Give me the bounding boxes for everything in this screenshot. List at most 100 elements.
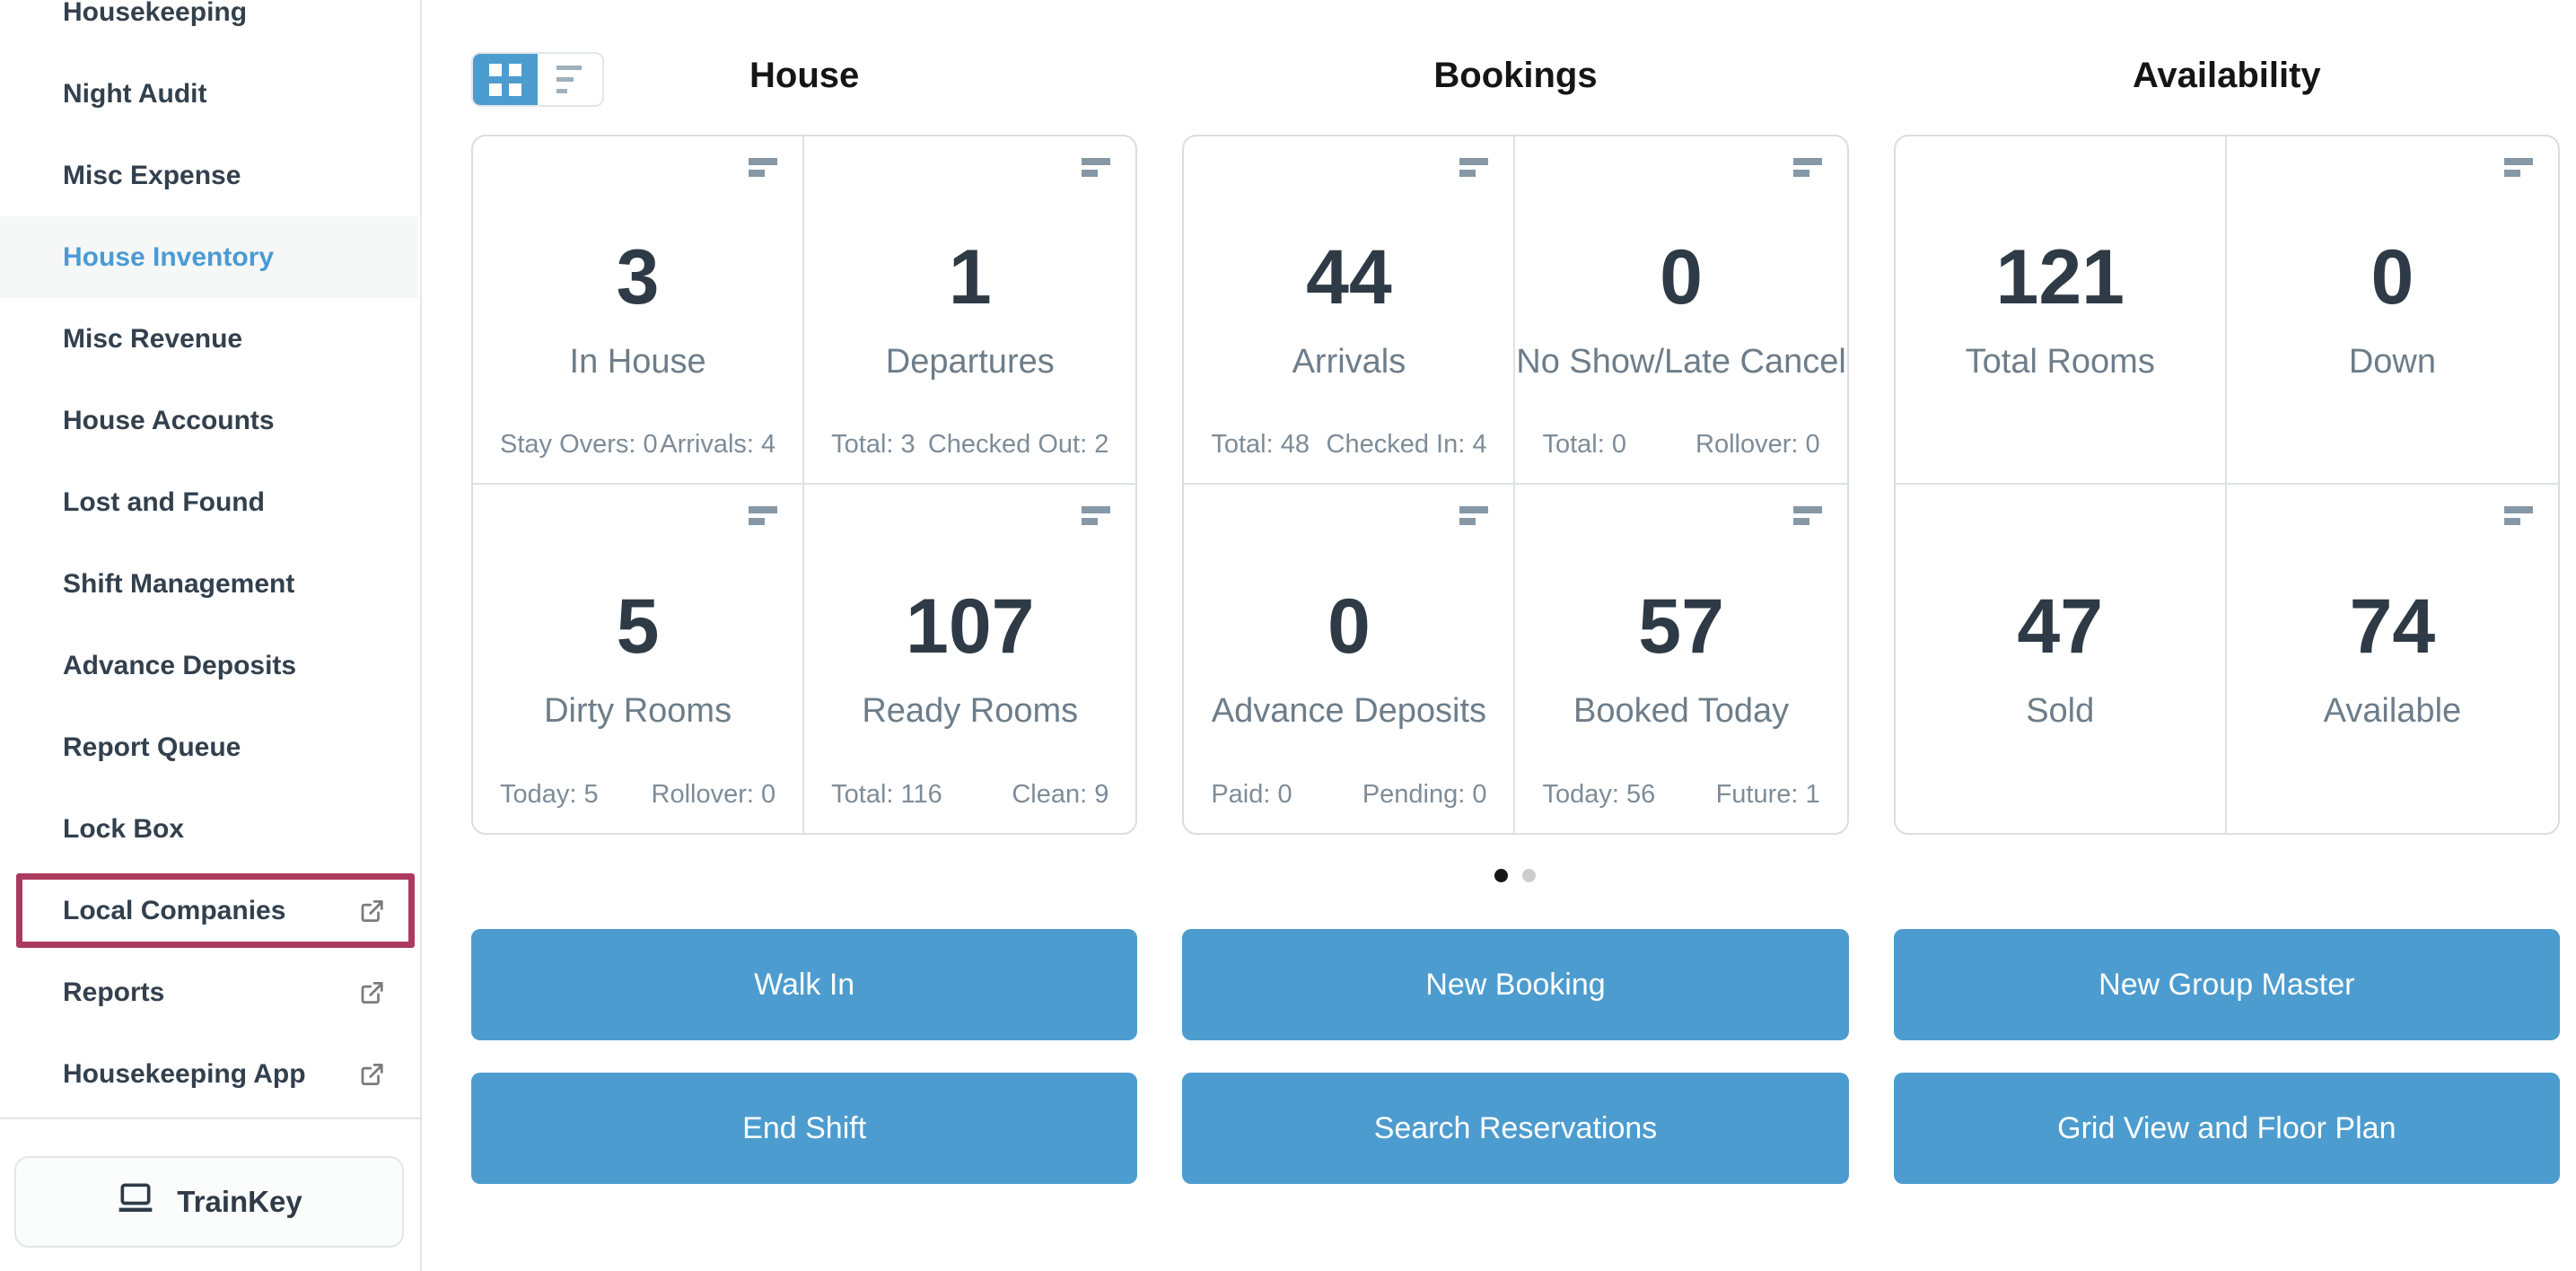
stat-footer-right: Rollover: 0 bbox=[651, 780, 776, 809]
card-in-house: 3 In House Stay Overs: 0 Arrivals: 4 bbox=[473, 136, 805, 485]
sidebar-item-label: Lost and Found bbox=[63, 486, 265, 517]
stat-value: 1 bbox=[948, 233, 992, 320]
new-booking-button[interactable]: New Booking bbox=[1182, 929, 1849, 1040]
sidebar-item-advance-deposits[interactable]: Advance Deposits bbox=[0, 625, 418, 706]
stat-value: 44 bbox=[1306, 233, 1392, 320]
stat-footer-right: Arrivals: 4 bbox=[660, 430, 776, 459]
card-available: 74 Available bbox=[2227, 485, 2558, 833]
stat-label: Ready Rooms bbox=[862, 691, 1079, 730]
card-advance-deposits: 0 Advance Deposits Paid: 0 Pending: 0 bbox=[1184, 485, 1516, 833]
card-menu-icon[interactable] bbox=[749, 506, 778, 525]
stat-label: In House bbox=[569, 342, 706, 381]
card-no-show-late-cancel: 0 No Show/Late Cancel Total: 0 Rollover: … bbox=[1515, 136, 1847, 485]
stat-value: 0 bbox=[2370, 233, 2414, 320]
sidebar-item-label: House Inventory bbox=[63, 241, 275, 272]
sidebar-item-housekeeping[interactable]: Housekeeping bbox=[0, 0, 418, 53]
dashboard-main: House Bookings Availability 3 In House S… bbox=[424, 0, 2576, 1271]
list-view-icon bbox=[556, 66, 583, 93]
external-link-icon bbox=[358, 979, 385, 1006]
stat-footer-left: Total: 0 bbox=[1542, 430, 1626, 459]
sidebar-item-misc-revenue[interactable]: Misc Revenue bbox=[0, 298, 418, 380]
trainkey-label: TrainKey bbox=[177, 1185, 302, 1218]
sidebar-item-label: Advance Deposits bbox=[63, 650, 297, 680]
sidebar-item-label: Lock Box bbox=[63, 813, 185, 844]
sidebar-item-night-audit[interactable]: Night Audit bbox=[0, 53, 418, 135]
stat-label: Available bbox=[2323, 691, 2462, 730]
card-menu-icon[interactable] bbox=[1792, 158, 1822, 177]
stat-label: Total Rooms bbox=[1965, 342, 2155, 381]
grid-view-icon bbox=[489, 63, 521, 96]
stat-footer-right: Future: 1 bbox=[1715, 780, 1820, 809]
sidebar-item-label: Housekeeping bbox=[63, 0, 248, 27]
sidebar-item-label: House Accounts bbox=[63, 405, 275, 435]
list-view-button[interactable] bbox=[538, 54, 602, 105]
house-card-group: 3 In House Stay Overs: 0 Arrivals: 4 1 De… bbox=[471, 135, 1138, 835]
pagination-dot-active[interactable] bbox=[1494, 869, 1509, 882]
card-booked-today: 57 Booked Today Today: 56 Future: 1 bbox=[1515, 485, 1846, 833]
stat-value: 47 bbox=[2017, 583, 2104, 670]
sidebar-item-house-accounts[interactable]: House Accounts bbox=[0, 380, 418, 461]
card-dirty-rooms: 5 Dirty Rooms Today: 5 Rollover: 0 bbox=[473, 485, 805, 833]
stat-value: 107 bbox=[905, 583, 1035, 670]
end-shift-button[interactable]: End Shift bbox=[471, 1073, 1138, 1184]
sidebar-item-misc-expense[interactable]: Misc Expense bbox=[0, 135, 418, 216]
pagination-dot[interactable] bbox=[1522, 869, 1537, 882]
stat-label: Dirty Rooms bbox=[544, 691, 732, 730]
stat-value: 74 bbox=[2349, 583, 2436, 670]
card-menu-icon[interactable] bbox=[1082, 158, 1111, 177]
card-menu-icon[interactable] bbox=[2503, 506, 2533, 525]
card-ready-rooms: 107 Ready Rooms Total: 116 Clean: 9 bbox=[804, 485, 1135, 833]
sidebar: Housekeeping Night Audit Misc Expense Ho… bbox=[0, 0, 422, 1271]
sidebar-item-report-queue[interactable]: Report Queue bbox=[0, 706, 418, 788]
card-menu-icon[interactable] bbox=[1082, 506, 1111, 525]
card-menu-icon[interactable] bbox=[2503, 158, 2533, 177]
sidebar-item-label: Night Audit bbox=[63, 78, 207, 109]
sidebar-item-shift-management[interactable]: Shift Management bbox=[0, 543, 418, 625]
card-total-rooms: 121 Total Rooms bbox=[1895, 136, 2227, 485]
stat-footer-left: Paid: 0 bbox=[1211, 780, 1292, 809]
grid-view-floor-plan-button[interactable]: Grid View and Floor Plan bbox=[1893, 1073, 2560, 1184]
stat-label: Advance Deposits bbox=[1211, 691, 1487, 730]
sidebar-item-lost-and-found[interactable]: Lost and Found bbox=[0, 461, 418, 543]
stat-footer-left: Today: 5 bbox=[500, 780, 599, 809]
stat-footer-left: Total: 48 bbox=[1211, 430, 1310, 459]
card-sold: 47 Sold bbox=[1896, 485, 2227, 833]
stat-label: Sold bbox=[2026, 691, 2095, 730]
sidebar-item-reports[interactable]: Reports bbox=[0, 951, 418, 1033]
stat-value: 5 bbox=[616, 583, 660, 670]
stat-footer-left: Today: 56 bbox=[1542, 780, 1656, 809]
sidebar-item-lock-box[interactable]: Lock Box bbox=[0, 788, 418, 870]
sidebar-item-label: Shift Management bbox=[63, 568, 295, 599]
stat-footer-right: Clean: 9 bbox=[1012, 780, 1109, 809]
trainkey-button[interactable]: TrainKey bbox=[14, 1156, 404, 1248]
stat-value: 0 bbox=[1660, 233, 1703, 320]
sidebar-nav: Housekeeping Night Audit Misc Expense Ho… bbox=[0, 0, 418, 1115]
stat-footer-right: Pending: 0 bbox=[1362, 780, 1487, 809]
sidebar-divider bbox=[0, 1118, 422, 1119]
card-down: 0 Down bbox=[2226, 136, 2558, 485]
card-menu-icon[interactable] bbox=[1792, 506, 1822, 525]
view-toggle bbox=[471, 52, 604, 107]
external-link-icon bbox=[358, 1061, 385, 1088]
stat-footer-right: Checked In: 4 bbox=[1326, 430, 1487, 459]
walk-in-button[interactable]: Walk In bbox=[471, 929, 1138, 1040]
laptop-icon bbox=[116, 1181, 155, 1223]
card-departures: 1 Departures Total: 3 Checked Out: 2 bbox=[804, 136, 1136, 485]
stat-value: 57 bbox=[1638, 583, 1724, 670]
stat-value: 3 bbox=[616, 233, 660, 320]
card-menu-icon[interactable] bbox=[1459, 158, 1489, 177]
new-group-master-button[interactable]: New Group Master bbox=[1893, 929, 2560, 1040]
sidebar-item-house-inventory[interactable]: House Inventory bbox=[0, 216, 418, 298]
availability-card-group: 121 Total Rooms 0 Down 47 Sold 74 Availa… bbox=[1893, 135, 2560, 835]
external-link-icon bbox=[358, 898, 385, 925]
card-arrivals: 44 Arrivals Total: 48 Checked In: 4 bbox=[1184, 136, 1516, 485]
stat-footer-left: Total: 3 bbox=[831, 430, 916, 459]
sidebar-item-local-companies[interactable]: Local Companies bbox=[0, 870, 418, 951]
stat-label: Arrivals bbox=[1292, 342, 1406, 381]
search-reservations-button[interactable]: Search Reservations bbox=[1182, 1073, 1849, 1184]
stat-footer-right: Rollover: 0 bbox=[1695, 430, 1820, 459]
sidebar-item-housekeeping-app[interactable]: Housekeeping App bbox=[0, 1033, 418, 1115]
card-menu-icon[interactable] bbox=[749, 158, 778, 177]
grid-view-button[interactable] bbox=[473, 54, 538, 105]
card-menu-icon[interactable] bbox=[1459, 506, 1489, 525]
